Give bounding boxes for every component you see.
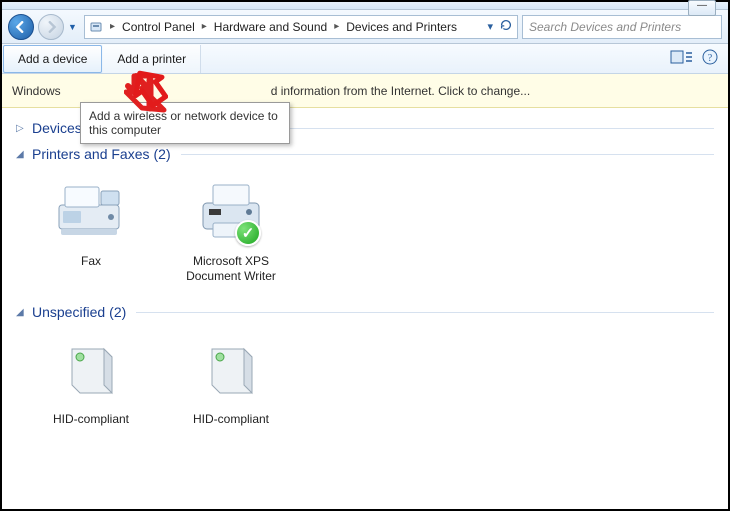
device-item-fax[interactable]: Fax: [36, 176, 146, 284]
generic-device-icon: [191, 334, 271, 406]
breadcrumb-item[interactable]: Control Panel: [120, 20, 197, 34]
device-item-hid[interactable]: HID-compliant: [36, 334, 146, 427]
refresh-button[interactable]: [499, 18, 513, 35]
item-label: HID-compliant: [53, 412, 129, 427]
chevron-right-icon: ▸: [199, 21, 210, 32]
chevron-right-icon: ▸: [107, 21, 118, 32]
breadcrumb-item[interactable]: Hardware and Sound: [212, 20, 329, 34]
help-button[interactable]: ?: [702, 49, 718, 68]
minimize-button[interactable]: —: [688, 0, 716, 16]
group-count: (2): [109, 304, 126, 320]
group-name: Printers and Faxes: [32, 146, 150, 162]
group-name: Unspecified: [32, 304, 105, 320]
device-item-xps[interactable]: ✓ Microsoft XPS Document Writer: [176, 176, 286, 284]
tooltip: Add a wireless or network device to this…: [80, 102, 290, 144]
fax-icon: [51, 176, 131, 248]
group-divider: [181, 154, 714, 155]
command-toolbar: Add a device Add a printer ?: [2, 44, 728, 74]
search-input[interactable]: Search Devices and Printers: [522, 15, 722, 39]
nav-history-dropdown[interactable]: ▼: [68, 22, 80, 32]
group-items-printers: Fax ✓ Microsoft XPS Document Writer: [16, 166, 714, 298]
chevron-right-icon: ▷: [16, 123, 28, 134]
add-device-button[interactable]: Add a device: [3, 45, 102, 73]
printer-icon: ✓: [191, 176, 271, 248]
location-icon: [89, 19, 105, 35]
chevron-down-icon: ◢: [16, 307, 28, 318]
svg-text:?: ?: [708, 53, 713, 64]
breadcrumb-item[interactable]: Devices and Printers: [344, 20, 459, 34]
search-placeholder: Search Devices and Printers: [529, 20, 681, 34]
breadcrumb[interactable]: ▸ Control Panel ▸ Hardware and Sound ▸ D…: [84, 15, 518, 39]
chevron-down-icon: ◢: [16, 149, 28, 160]
device-item-hid[interactable]: HID-compliant: [176, 334, 286, 427]
generic-device-icon: [51, 334, 131, 406]
breadcrumb-dropdown[interactable]: ▾: [487, 20, 493, 33]
group-name: Devices: [32, 120, 82, 136]
group-header-unspecified[interactable]: ◢ Unspecified (2): [16, 298, 714, 324]
view-options-button[interactable]: [670, 49, 694, 68]
group-count: (2): [154, 146, 171, 162]
item-label: HID-compliant: [193, 412, 269, 427]
infobar-prefix: Windows: [12, 84, 61, 98]
content-area: ▷ Devices (5) ◢ Printers and Faxes (2) F…: [2, 108, 728, 447]
window-titlebar: —: [2, 2, 728, 10]
address-bar: ▼ ▸ Control Panel ▸ Hardware and Sound ▸…: [2, 10, 728, 44]
chevron-right-icon: ▸: [331, 21, 342, 32]
group-divider: [136, 312, 714, 313]
nav-forward-button[interactable]: [38, 14, 64, 40]
nav-back-button[interactable]: [8, 14, 34, 40]
add-printer-label: Add a printer: [117, 52, 186, 66]
add-printer-button[interactable]: Add a printer: [103, 45, 201, 73]
default-check-icon: ✓: [235, 220, 261, 246]
group-items-unspecified: HID-compliant HID-compliant: [16, 324, 714, 441]
item-label: Fax: [81, 254, 101, 269]
add-device-label: Add a device: [18, 52, 87, 66]
infobar-suffix: d information from the Internet. Click t…: [271, 84, 530, 98]
item-label: Microsoft XPS Document Writer: [176, 254, 286, 284]
tooltip-text: Add a wireless or network device to this…: [89, 109, 278, 137]
